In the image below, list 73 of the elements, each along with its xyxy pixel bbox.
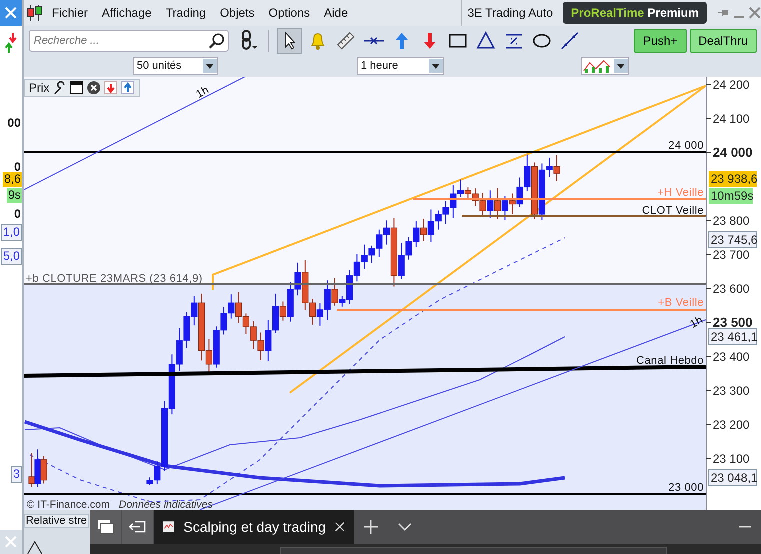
price-label: 00 bbox=[6, 116, 22, 131]
order-button[interactable]: Push+ bbox=[634, 29, 687, 53]
down-arrow-icon[interactable] bbox=[104, 81, 118, 95]
menu-item[interactable]: Fichier bbox=[47, 6, 94, 20]
window-icon[interactable] bbox=[70, 81, 84, 95]
axis-tick-label: 24 000 bbox=[713, 145, 753, 160]
menu-item[interactable]: Affichage bbox=[97, 6, 157, 20]
candlestick-logo-icon bbox=[27, 4, 43, 22]
axis-tick-label: 23 100 bbox=[713, 452, 750, 466]
price-label: 8,6 bbox=[3, 172, 22, 187]
copyright-text: © IT-Finance.com bbox=[27, 499, 110, 510]
triangle-icon bbox=[474, 30, 496, 52]
minimize-icon[interactable] bbox=[739, 525, 751, 529]
axis-tick-label: 23 200 bbox=[713, 418, 750, 432]
chain-link-icon[interactable] bbox=[240, 30, 260, 52]
indicator-price-tag: 23 745,6 bbox=[708, 232, 758, 248]
axis-tick-label: 24 200 bbox=[713, 78, 750, 92]
axis-tick-label: 24 100 bbox=[713, 112, 750, 126]
indicator-price-tag: 23 461,1 bbox=[708, 328, 758, 346]
menu-item[interactable]: Options bbox=[264, 6, 316, 20]
menu-item[interactable]: Aide bbox=[319, 6, 354, 20]
up-arrow-icon[interactable] bbox=[120, 81, 135, 95]
period-dropdown[interactable]: 1 heure bbox=[357, 57, 444, 75]
line-label: CLOT Veille bbox=[642, 205, 704, 217]
chart-type-dropdown[interactable] bbox=[581, 57, 629, 75]
line-label: +b CLOTURE 23MARS (23 614,9) bbox=[26, 273, 203, 285]
units-dropdown[interactable]: 50 unités bbox=[133, 57, 218, 75]
search-field[interactable]: Recherche ... bbox=[29, 30, 229, 52]
pointer-tool-button[interactable] bbox=[277, 28, 302, 54]
brand-label: ProRealTime Premium bbox=[563, 2, 707, 24]
browser-tab[interactable]: Scalping et day trading bbox=[154, 510, 354, 544]
price-label: 0 bbox=[13, 160, 22, 174]
chart-icon bbox=[163, 520, 175, 534]
line-icon bbox=[558, 30, 580, 52]
close-button[interactable] bbox=[0, 0, 22, 26]
search-icon[interactable] bbox=[209, 33, 225, 49]
axis-tick-label: 23 400 bbox=[713, 350, 750, 364]
ruler-icon bbox=[334, 30, 356, 52]
price-label: 9s bbox=[7, 188, 22, 203]
line-label: 1h bbox=[194, 84, 212, 102]
menu-item[interactable]: Objets bbox=[215, 6, 260, 20]
axis-tick-label: 23 300 bbox=[713, 384, 750, 398]
line-label: 24 000 bbox=[668, 140, 704, 152]
indicator-panel-title: Relative stre bbox=[24, 514, 90, 528]
close-icon[interactable] bbox=[86, 81, 101, 95]
data-notice: Données indicatives bbox=[119, 499, 213, 510]
axis-tick-label: 23 800 bbox=[713, 214, 750, 228]
close-icon bbox=[5, 536, 17, 548]
new-tab-icon[interactable] bbox=[364, 520, 378, 534]
menu-item[interactable]: Trading bbox=[160, 6, 212, 20]
price-label: 0 bbox=[13, 207, 22, 222]
order-button[interactable]: DealThru bbox=[690, 29, 757, 53]
arrows-icon[interactable] bbox=[4, 32, 18, 54]
axis-tick-label: 23 700 bbox=[713, 248, 750, 262]
set-aside-tabs-icon[interactable] bbox=[122, 510, 153, 544]
line-label: +H Veille bbox=[658, 187, 704, 199]
line-label: 23 000 bbox=[668, 482, 704, 494]
price-label: 1,0 bbox=[1, 224, 22, 241]
line-label: 1h bbox=[688, 314, 706, 332]
panel-title: Prix bbox=[29, 81, 50, 95]
close-icon bbox=[5, 7, 17, 19]
tab-title: Scalping et day trading bbox=[184, 519, 326, 535]
line-label: +B Veille bbox=[658, 297, 704, 309]
price-label: 3 bbox=[11, 466, 22, 483]
axis-tick-label: 23 500 bbox=[713, 315, 753, 330]
wrench-icon[interactable] bbox=[52, 81, 67, 95]
tabs-icon[interactable] bbox=[90, 510, 121, 544]
line-label: Canal Hebdo bbox=[636, 355, 704, 367]
chevron-down-icon[interactable] bbox=[398, 522, 412, 532]
axis-tick-label: 23 600 bbox=[713, 282, 750, 296]
pin-icon[interactable] bbox=[717, 7, 729, 19]
price-label: 5,0 bbox=[1, 248, 22, 265]
indicator-price-tag: 23 048,1 bbox=[708, 470, 758, 486]
